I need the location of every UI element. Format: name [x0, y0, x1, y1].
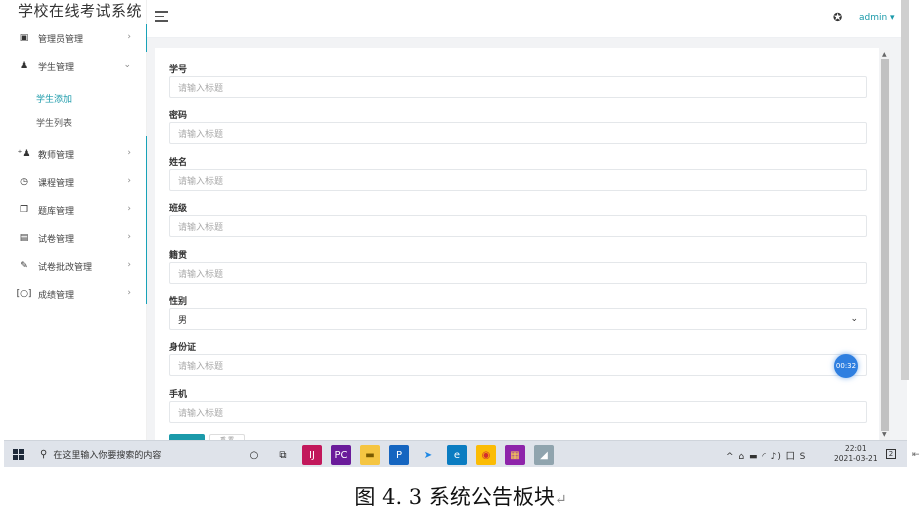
user-menu[interactable]: admin ▾ — [859, 13, 895, 23]
chrome-icon[interactable]: ◉ — [476, 445, 496, 465]
field-label: 籍贯 — [169, 251, 188, 261]
search-icon: ⚲ — [40, 449, 48, 460]
form-field-id-card: 身份证 请输入标题 — [169, 340, 867, 376]
sidebar: 学校在线考试系统 ▣ 管理员管理 › ♟ 学生管理 ⌄ 学生添加 学生列表 ⁺♟… — [4, 0, 148, 440]
sidebar-item-students[interactable]: ♟ 学生管理 ⌄ — [4, 52, 147, 80]
p-app-icon[interactable]: P — [389, 445, 409, 465]
id-card-input[interactable]: 请输入标题 — [169, 354, 867, 376]
gender-select-value: 男 — [178, 315, 188, 326]
field-label: 学号 — [169, 65, 188, 75]
sidebar-menu: ▣ 管理员管理 › ♟ 学生管理 ⌄ 学生添加 学生列表 ⁺♟ 教师管理 › ◷… — [4, 24, 147, 308]
form-field-native-place: 籍贯 请输入标题 — [169, 248, 867, 284]
chevron-right-icon: › — [127, 288, 131, 298]
password-input[interactable]: 请输入标题 — [169, 122, 867, 144]
user-icon: ♟ — [19, 61, 29, 71]
sidebar-item-grading[interactable]: ✎ 试卷批改管理 › — [4, 252, 147, 280]
cortana-icon[interactable]: ○ — [244, 445, 264, 465]
return-mark: ↵ — [554, 492, 567, 508]
class-input[interactable]: 请输入标题 — [169, 215, 867, 237]
pycharm-icon[interactable]: PC — [331, 445, 351, 465]
clock-time: 22:01 — [844, 444, 867, 453]
clock-date: 2021-03-21 — [834, 454, 878, 463]
field-label: 身份证 — [169, 343, 197, 353]
notification-count: 2 — [885, 449, 897, 459]
windows-start-icon[interactable] — [13, 449, 24, 460]
field-label: 班级 — [169, 204, 188, 214]
id-card-icon: ▣ — [19, 33, 29, 43]
chevron-right-icon: › — [127, 260, 131, 270]
sidebar-subitem-student-list[interactable]: 学生列表 — [4, 110, 147, 134]
top-bar: ✪ admin ▾ — [147, 0, 907, 38]
chevron-right-icon: › — [127, 232, 131, 242]
newspaper-icon: ▤ — [19, 233, 29, 243]
form-field-class: 班级 请输入标题 — [169, 201, 867, 237]
sidebar-subitem-student-add[interactable]: 学生添加 — [4, 86, 147, 110]
chevron-down-icon: ⌄ — [850, 314, 858, 324]
scrollbar[interactable]: ▲ ▼ — [880, 50, 890, 440]
field-label: 姓名 — [169, 158, 188, 168]
sidebar-item-question-bank[interactable]: ❐ 题库管理 › — [4, 196, 147, 224]
field-label: 手机 — [169, 390, 188, 400]
chevron-right-icon: › — [127, 204, 131, 214]
taskbar: ⚲ 在这里输入你要搜索的内容 ○ ⧉ IJ PC ▬ P ➤ e ◉ ▦ ◢ ^ ⌂ ▬ ◜ ♪) … — [4, 440, 907, 467]
taskbar-search-text: 在这里输入你要搜索的内容 — [53, 451, 162, 461]
pencil-icon: ✎ — [20, 261, 28, 271]
native-place-input[interactable]: 请输入标题 — [169, 262, 867, 284]
chevron-right-icon: › — [127, 176, 131, 186]
intellij-icon[interactable]: IJ — [302, 445, 322, 465]
field-label: 密码 — [169, 111, 188, 121]
scroll-down-icon[interactable]: ▼ — [882, 431, 887, 438]
name-input[interactable]: 请输入标题 — [169, 169, 867, 191]
form-field-password: 密码 请输入标题 — [169, 108, 867, 144]
window-edge — [901, 0, 909, 380]
notification-icon[interactable]: 2 — [884, 447, 898, 461]
task-view-icon[interactable]: ⧉ — [273, 445, 293, 465]
sidebar-item-papers[interactable]: ▤ 试卷管理 › — [4, 224, 147, 252]
students-submenu: 学生添加 学生列表 — [4, 80, 147, 140]
notepad-icon[interactable]: ◢ — [534, 445, 554, 465]
edge-icon[interactable]: e — [447, 445, 467, 465]
figure-caption: 图 4. 3 系统公告板块↵ — [0, 481, 921, 511]
scroll-up-icon[interactable]: ▲ — [882, 51, 887, 58]
chevron-right-icon: › — [127, 32, 131, 42]
clock-icon: ◷ — [20, 177, 28, 187]
form-field-student-id: 学号 请输入标题 — [169, 62, 867, 98]
user-plus-icon: ⁺♟ — [17, 149, 31, 159]
sidebar-item-courses[interactable]: ◷ 课程管理 › — [4, 168, 147, 196]
chevron-down-icon: ⌄ — [123, 60, 131, 70]
taskbar-search[interactable]: ⚲ 在这里输入你要搜索的内容 — [34, 441, 230, 468]
taskbar-clock[interactable]: 22:01 2021-03-21 — [834, 444, 878, 464]
student-id-input[interactable]: 请输入标题 — [169, 76, 867, 98]
phone-input[interactable]: 请输入标题 — [169, 401, 867, 423]
sidebar-item-teachers[interactable]: ⁺♟ 教师管理 › — [4, 140, 147, 168]
copy-icon: ❐ — [19, 205, 29, 215]
timer-badge[interactable]: 00:32 — [834, 354, 858, 378]
sidebar-item-scores[interactable]: [○] 成绩管理 › — [4, 280, 147, 308]
sidebar-item-admin[interactable]: ▣ 管理员管理 › — [4, 24, 147, 52]
gender-select[interactable]: 男 ⌄ — [169, 308, 867, 330]
arrow-app-icon[interactable]: ➤ — [418, 445, 438, 465]
hamburger-icon[interactable] — [155, 11, 168, 22]
system-tray[interactable]: ^ ⌂ ▬ ◜ ♪) 囗 S — [726, 449, 806, 462]
scroll-thumb[interactable] — [881, 59, 889, 431]
main-content: 学号 请输入标题 密码 请输入标题 姓名 请输入标题 班级 请输入标题 籍贯 请… — [147, 38, 907, 440]
chevron-right-icon: › — [127, 148, 131, 158]
arrow-left-icon: ⇤ — [912, 450, 920, 460]
file-explorer-icon[interactable]: ▬ — [360, 445, 380, 465]
caption-text: 图 4. 3 系统公告板块 — [354, 485, 555, 509]
palette-icon[interactable]: ✪ — [833, 11, 842, 24]
form-field-gender: 性别 男 ⌄ — [169, 294, 867, 330]
taskbar-apps: ○ ⧉ IJ PC ▬ P ➤ e ◉ ▦ ◢ — [244, 445, 563, 465]
student-add-form: 学号 请输入标题 密码 请输入标题 姓名 请输入标题 班级 请输入标题 籍贯 请… — [155, 48, 879, 440]
app-title: 学校在线考试系统 — [18, 2, 143, 20]
bracket-icon: [○] — [16, 289, 32, 299]
form-field-phone: 手机 请输入标题 — [169, 387, 867, 423]
form-field-name: 姓名 请输入标题 — [169, 155, 867, 191]
field-label: 性别 — [169, 297, 188, 307]
winrar-icon[interactable]: ▦ — [505, 445, 525, 465]
